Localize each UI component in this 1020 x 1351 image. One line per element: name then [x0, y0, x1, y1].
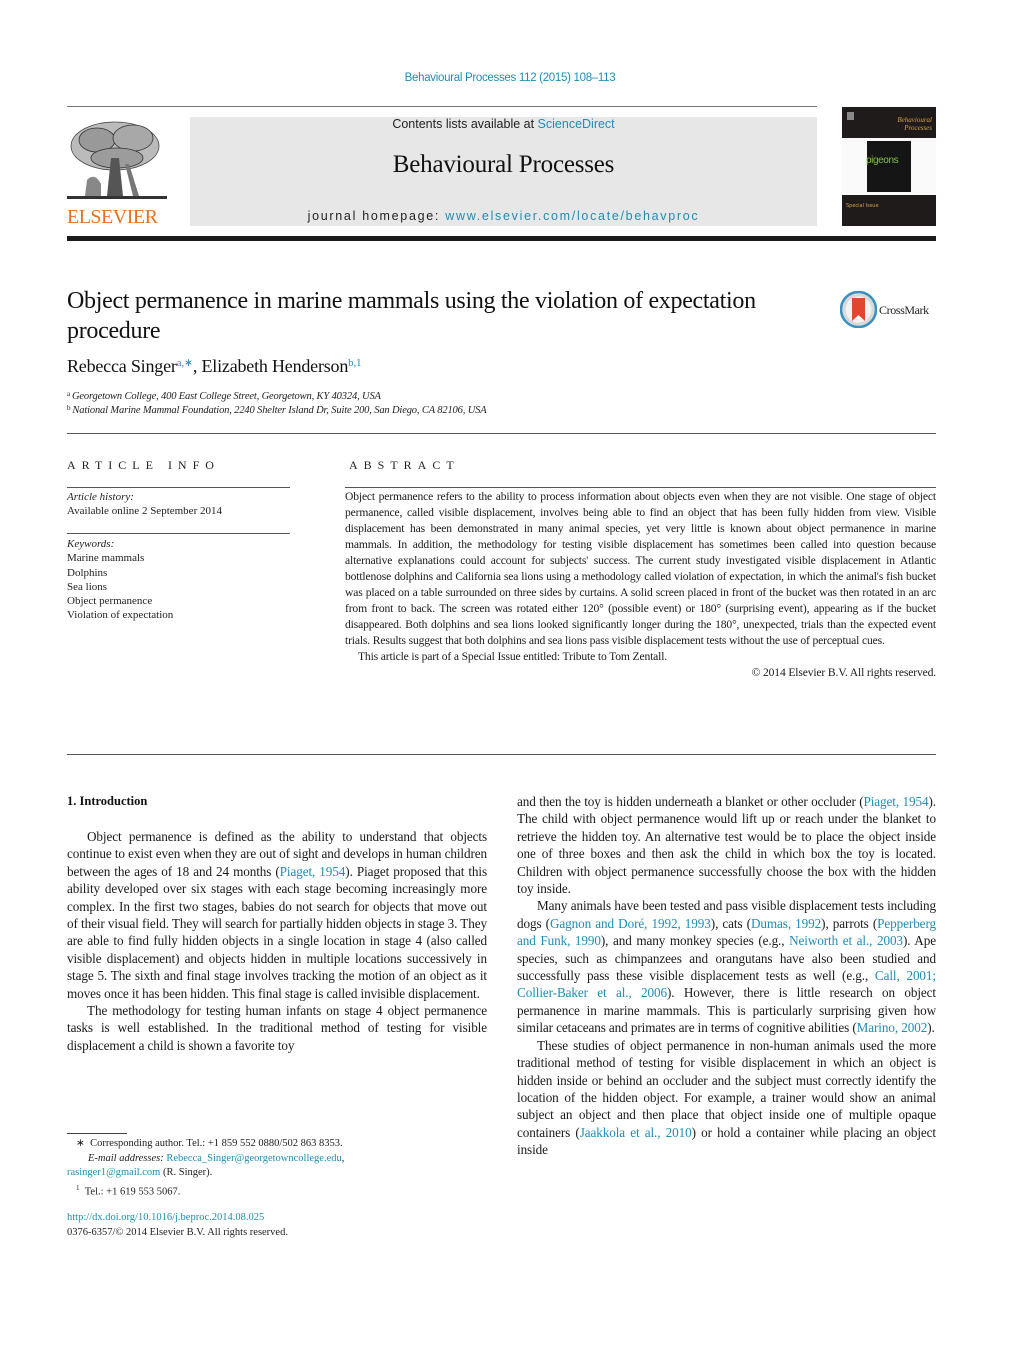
- body-paragraph: The methodology for testing human infant…: [67, 1002, 487, 1054]
- footnote-emails-cont: rasinger1@gmail.com (R. Singer).: [67, 1167, 213, 1179]
- crossmark-button[interactable]: CrossMark: [840, 291, 940, 329]
- body-column-right: and then the toy is hidden underneath a …: [517, 793, 936, 1159]
- body-text: ), and many monkey species (e.g.,: [600, 933, 790, 949]
- article-title: Object permanence in marine mammals usin…: [67, 288, 756, 344]
- footnote-emails: E-mail addresses: Rebecca_Singer@georget…: [88, 1152, 345, 1164]
- divider-rule: [67, 487, 290, 488]
- author-name[interactable]: Rebecca Singer: [67, 356, 177, 376]
- journal-cover-thumbnail[interactable]: Behavioural Processes pigeons Special Iss…: [842, 107, 936, 226]
- citation-link[interactable]: Piaget, 1954: [864, 794, 929, 809]
- cover-special-issue: Special Issue: [846, 203, 879, 209]
- body-column-left: Object permanence is defined as the abil…: [67, 828, 487, 1054]
- keyword-item: Object permanence: [67, 595, 153, 608]
- keywords: Keywords: Marine mammals Dolphins Sea li…: [67, 537, 173, 623]
- article-history-label: Article history:: [67, 491, 134, 503]
- keyword-item: Sea lions: [67, 580, 108, 593]
- special-issue-note: This article is part of a Special Issue …: [358, 650, 668, 663]
- journal-name: Behavioural Processes: [392, 151, 615, 178]
- keywords-label: Keywords:: [67, 538, 115, 550]
- citation-link[interactable]: Jaakkola et al., 2010: [580, 1125, 692, 1140]
- footnotes: ∗ Corresponding author. Tel.: +1 859 552…: [67, 1137, 487, 1200]
- footnote-corresponding: ∗ Corresponding author. Tel.: +1 859 552…: [76, 1138, 343, 1149]
- keyword-item: Marine mammals: [67, 552, 145, 565]
- affiliation-b: b National Marine Mammal Foundation, 2240…: [67, 404, 487, 416]
- email-link[interactable]: Rebecca_Singer@georgetowncollege.edu: [166, 1153, 341, 1164]
- section-heading-introduction: 1. Introduction: [67, 794, 148, 808]
- email-link[interactable]: rasinger1@gmail.com: [67, 1167, 160, 1178]
- body-text: ), cats (: [710, 915, 751, 931]
- journal-homepage-line: journal homepage: www.elsevier.com/locat…: [190, 209, 817, 223]
- homepage-prefix: journal homepage:: [307, 209, 446, 223]
- elsevier-wordmark: ELSEVIER: [67, 206, 158, 228]
- cover-title: Behavioural Processes: [897, 116, 932, 132]
- cover-image: [867, 141, 911, 192]
- divider-rule: [67, 533, 290, 534]
- citation-link[interactable]: Piaget, 1954: [280, 864, 346, 879]
- author-affiliation-mark[interactable]: a,∗: [177, 357, 193, 369]
- sciencedirect-link[interactable]: ScienceDirect: [538, 117, 615, 131]
- cover-publisher-icon: [847, 112, 854, 120]
- cover-word: pigeons: [866, 155, 899, 166]
- doi-block: http://dx.doi.org/10.1016/j.beproc.2014.…: [67, 1211, 288, 1240]
- author-list: Rebecca Singera,∗, Elizabeth Hendersonb,…: [67, 356, 362, 376]
- header-thick-rule: [67, 236, 936, 241]
- affiliation-a: a Georgetown College, 400 East College St…: [67, 390, 381, 402]
- header-top-rule: [67, 106, 817, 107]
- abstract-heading: ABSTRACT: [349, 458, 460, 472]
- elsevier-tree-icon: [67, 118, 167, 204]
- issn-copyright: 0376-6357/© 2014 Elsevier B.V. All right…: [67, 1226, 288, 1238]
- body-paragraph: These studies of object permanence in no…: [517, 1037, 936, 1159]
- journal-citation-link[interactable]: Behavioural Processes 112 (2015) 108–113: [0, 72, 1020, 84]
- author-affiliation-mark[interactable]: b,1: [348, 357, 361, 369]
- journal-masthead: Contents lists available at ScienceDirec…: [190, 117, 817, 226]
- abstract-body: Object permanence refers to the ability …: [345, 489, 936, 681]
- abstract-text: Object permanence refers to the ability …: [345, 490, 936, 647]
- body-text: and then the toy is hidden underneath a …: [517, 794, 864, 809]
- citation-link[interactable]: Dumas, 1992: [751, 916, 821, 931]
- body-text: ), parrots (: [821, 915, 878, 931]
- footnote-rule: [67, 1133, 127, 1134]
- divider-rule: [345, 487, 936, 488]
- body-paragraph: and then the toy is hidden underneath a …: [517, 793, 936, 897]
- author-name[interactable]: Elizabeth Henderson: [202, 356, 349, 376]
- elsevier-logo[interactable]: ELSEVIER: [67, 118, 167, 228]
- article-history: Article history: Available online 2 Sept…: [67, 490, 222, 519]
- body-text: ). The child with object permanence woul…: [517, 794, 936, 897]
- body-paragraph: Object permanence is defined as the abil…: [67, 828, 487, 1002]
- doi-link[interactable]: http://dx.doi.org/10.1016/j.beproc.2014.…: [67, 1211, 288, 1226]
- contents-prefix: Contents lists available at: [392, 117, 538, 131]
- footnote-1: 1 Tel.: +1 619 553 5067.: [76, 1183, 181, 1198]
- article-history-value: Available online 2 September 2014: [67, 505, 222, 518]
- divider-rule: [67, 433, 936, 434]
- citation-link[interactable]: Marino, 2002: [857, 1020, 928, 1035]
- abstract-copyright: © 2014 Elsevier B.V. All rights reserved…: [751, 666, 937, 679]
- crossmark-label: CrossMark: [879, 303, 929, 317]
- body-paragraph: Many animals have been tested and pass v…: [517, 897, 936, 1036]
- journal-homepage-link[interactable]: www.elsevier.com/locate/behavproc: [445, 209, 699, 223]
- citation-link[interactable]: Neiworth et al., 2003: [789, 933, 903, 948]
- divider-rule: [67, 754, 936, 755]
- crossmark-icon: [840, 291, 877, 328]
- body-text: The methodology for testing human infant…: [67, 1003, 487, 1053]
- keyword-item: Dolphins: [67, 566, 108, 579]
- body-text: ).: [927, 1020, 935, 1036]
- body-text: ). Piaget proposed that this ability dev…: [67, 863, 487, 1001]
- keyword-item: Violation of expectation: [67, 609, 174, 622]
- article-info-heading: ARTICLE INFO: [67, 458, 220, 472]
- contents-availability-line: Contents lists available at ScienceDirec…: [190, 117, 817, 131]
- citation-link[interactable]: Gagnon and Doré, 1992, 1993: [550, 916, 711, 931]
